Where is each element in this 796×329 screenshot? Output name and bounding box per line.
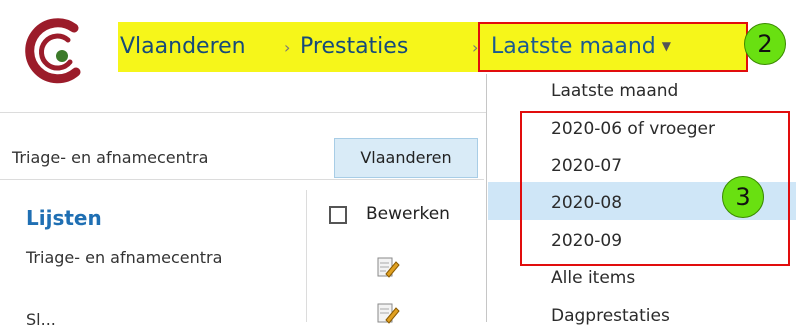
chevron-right-icon: › bbox=[284, 38, 291, 57]
menu-item-laatste-maand[interactable]: Laatste maand bbox=[551, 80, 678, 102]
tabstrip-divider bbox=[0, 179, 484, 180]
step-marker-3: 3 bbox=[722, 176, 764, 218]
edit-label[interactable]: Bewerken bbox=[366, 204, 450, 224]
breadcrumb-item-vlaanderen[interactable]: Vlaanderen bbox=[120, 28, 246, 66]
site-logo[interactable] bbox=[22, 18, 88, 84]
nav-item-triage-afnamecentra[interactable]: Triage- en afnamecentra bbox=[26, 248, 286, 268]
menu-item-alle-items[interactable]: Alle items bbox=[551, 267, 635, 289]
edit-icon[interactable] bbox=[376, 302, 400, 324]
breadcrumb-dropdown-label: Laatste maand bbox=[491, 34, 656, 59]
nav-item-partial[interactable]: Sl... bbox=[26, 310, 56, 329]
tab-vlaanderen[interactable]: Vlaanderen bbox=[334, 138, 478, 178]
tab-triage-afnamecentra[interactable]: Triage- en afnamecentra bbox=[0, 138, 300, 178]
breadcrumb-dropdown[interactable]: Laatste maand ▼ bbox=[491, 28, 671, 68]
select-all-checkbox[interactable] bbox=[329, 206, 347, 224]
nav-heading-lijsten[interactable]: Lijsten bbox=[26, 206, 102, 230]
breadcrumb-item-prestaties[interactable]: Prestaties bbox=[300, 28, 408, 66]
caret-down-icon: ▼ bbox=[661, 39, 671, 53]
step-marker-2: 2 bbox=[744, 23, 786, 65]
edit-icon[interactable] bbox=[376, 256, 400, 278]
menu-item-dagprestaties[interactable]: Dagprestaties bbox=[551, 305, 670, 327]
column-divider bbox=[306, 190, 307, 322]
